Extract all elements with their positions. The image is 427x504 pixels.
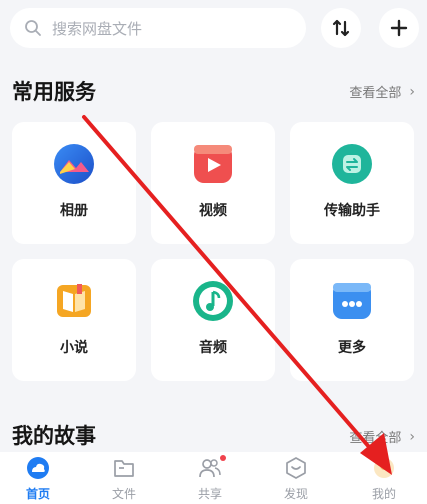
service-label: 视频 (199, 203, 227, 219)
album-icon (54, 144, 94, 184)
sort-button[interactable] (321, 8, 361, 48)
chevron-right-icon: › (409, 428, 415, 445)
profile-icon (374, 458, 394, 478)
transfer-assistant-icon (332, 144, 372, 184)
tab-label: 发现 (283, 487, 308, 501)
service-card-novel[interactable]: 小说 (12, 259, 136, 381)
search-input[interactable]: 搜索网盘文件 (10, 8, 306, 48)
service-label: 音频 (199, 340, 227, 356)
add-button[interactable] (379, 8, 419, 48)
service-label: 更多 (338, 340, 366, 356)
plus-icon (390, 19, 408, 37)
search-icon (25, 20, 41, 36)
service-card-transfer-assistant[interactable]: 传输助手 (290, 122, 414, 244)
stories-title: 我的故事 (12, 424, 96, 448)
service-card-video[interactable]: 视频 (151, 122, 275, 244)
tab-files[interactable]: 文件 (89, 452, 159, 504)
tab-home[interactable]: 首页 (3, 452, 73, 504)
service-label: 传输助手 (324, 203, 380, 219)
stories-see-all-link[interactable]: 查看全部 › (349, 427, 415, 447)
services-see-all-link[interactable]: 查看全部 › (349, 82, 415, 102)
bottom-tab-bar: 首页 文件 共享 发现 我的 (0, 452, 427, 504)
chevron-right-icon: › (409, 83, 415, 100)
service-card-audio[interactable]: 音频 (151, 259, 275, 381)
tab-share[interactable]: 共享 (175, 452, 245, 504)
stories-see-all-label: 查看全部 (349, 431, 402, 446)
tab-label: 首页 (25, 487, 50, 501)
notification-badge (220, 455, 226, 461)
services-see-all-label: 查看全部 (349, 86, 402, 101)
home-cloud-icon (27, 457, 49, 479)
service-label: 相册 (60, 203, 88, 219)
novel-icon (57, 284, 91, 317)
discover-icon (286, 457, 306, 479)
search-placeholder: 搜索网盘文件 (52, 19, 143, 38)
tab-label: 我的 (371, 487, 396, 501)
audio-icon (193, 281, 233, 321)
share-icon-wrap (198, 455, 226, 480)
tab-label: 共享 (197, 487, 222, 501)
tab-profile[interactable]: 我的 (349, 452, 419, 504)
service-label: 小说 (60, 340, 88, 356)
service-card-album[interactable]: 相册 (12, 122, 136, 244)
service-card-more[interactable]: 更多 (290, 259, 414, 381)
sort-arrows-icon (332, 19, 350, 37)
folder-icon (114, 460, 134, 477)
services-title: 常用服务 (12, 80, 96, 104)
tab-discover[interactable]: 发现 (261, 452, 331, 504)
more-icon (333, 283, 371, 319)
tab-label: 文件 (111, 487, 136, 501)
video-icon (194, 145, 232, 183)
share-people-icon (199, 459, 221, 478)
